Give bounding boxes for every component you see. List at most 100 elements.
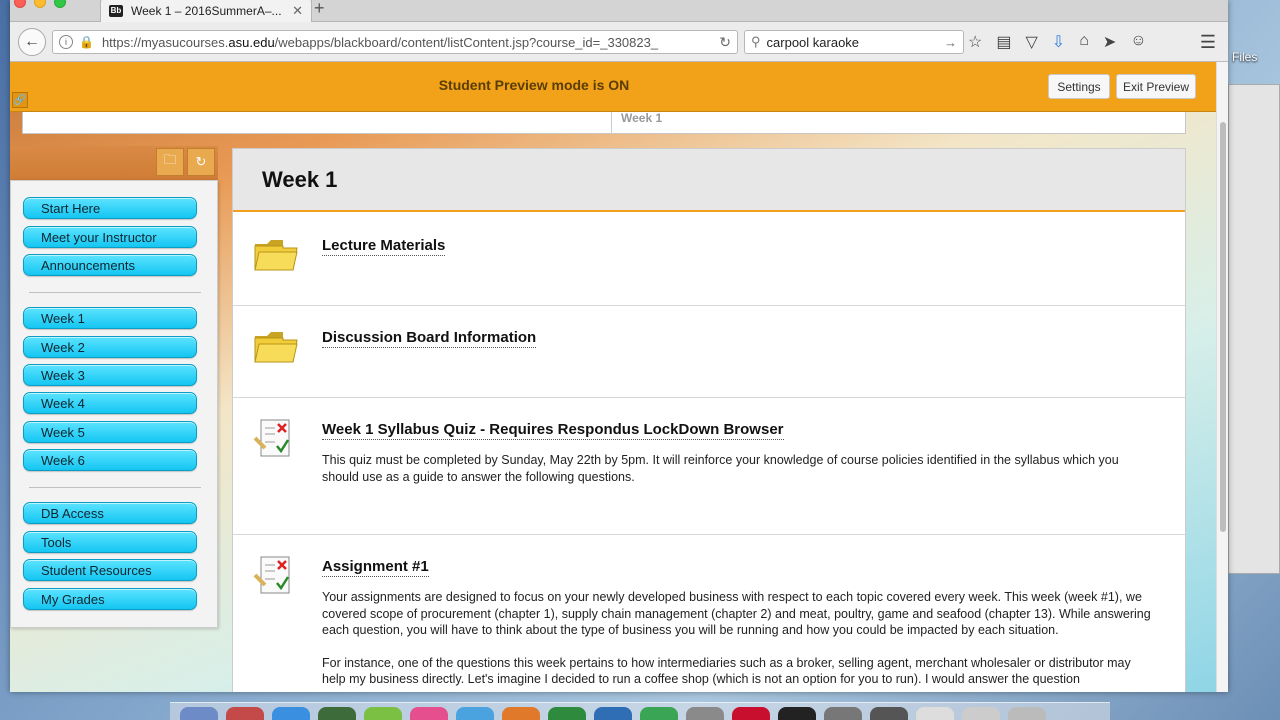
test-icon: [253, 419, 290, 457]
assignment-icon: [253, 556, 290, 594]
scrollbar-thumb[interactable]: [1220, 122, 1226, 532]
browser-window: Bb Week 1 – 2016SummerA–... ✕ + ← i 🔒 ht…: [10, 0, 1228, 692]
course-menu-week-1[interactable]: Week 1: [23, 307, 197, 329]
pocket-icon[interactable]: ▽: [1025, 32, 1037, 52]
bookmark-star-icon[interactable]: ☆: [968, 32, 982, 52]
calendar-dock-icon[interactable]: [226, 707, 264, 720]
course-menu-db-access[interactable]: DB Access: [23, 502, 197, 524]
preview-settings-button[interactable]: Settings: [1048, 74, 1110, 99]
item-description: This quiz must be completed by Sunday, M…: [322, 453, 1119, 484]
window-controls: [14, 0, 66, 8]
folder-icon: [254, 240, 298, 271]
hamburger-menu-icon[interactable]: ☰: [1200, 32, 1216, 53]
macos-dock: [170, 702, 1110, 720]
course-menu-week-6[interactable]: Week 6: [23, 449, 197, 471]
background-window[interactable]: [1228, 84, 1280, 574]
course-menu-divider: [29, 292, 201, 293]
page-scrollbar[interactable]: [1216, 62, 1228, 692]
back-button[interactable]: ←: [18, 28, 46, 56]
course-menu-announcements[interactable]: Announcements: [23, 254, 197, 276]
word-dock-icon[interactable]: [594, 707, 632, 720]
course-menu: Start Here Meet your Instructor Announce…: [10, 180, 218, 628]
new-tab-button[interactable]: +: [314, 0, 325, 19]
course-menu-my-grades[interactable]: My Grades: [23, 588, 197, 610]
app-dock-icon[interactable]: [364, 707, 402, 720]
acrobat-dock-icon[interactable]: [732, 707, 770, 720]
app-dock-icon[interactable]: [778, 707, 816, 720]
navigation-toolbar: ← i 🔒 https://myasucourses.asu.edu/webap…: [10, 22, 1228, 62]
refresh-icon[interactable]: ↻: [187, 148, 215, 176]
course-menu-start-here[interactable]: Start Here: [23, 197, 197, 219]
tab-title: Week 1 – 2016SummerA–...: [131, 3, 282, 18]
close-window-button[interactable]: [14, 0, 26, 8]
course-menu-student-resources[interactable]: Student Resources: [23, 559, 197, 581]
content-header: Week 1: [233, 149, 1185, 212]
item-title-link[interactable]: Lecture Materials: [322, 237, 446, 256]
content-item: Lecture Materials: [233, 214, 1185, 306]
course-menu-divider: [29, 487, 201, 488]
page-content: Student Preview mode is ON Settings Exit…: [10, 62, 1216, 692]
content-item: Discussion Board Information: [233, 306, 1185, 398]
item-title-link[interactable]: Discussion Board Information: [322, 329, 537, 348]
breadcrumb-current[interactable]: Week 1: [621, 111, 662, 125]
course-menu-header: 🗀 ↻: [10, 146, 218, 180]
content-area: Week 1 Lecture Materials Discussion Boar…: [232, 148, 1186, 692]
send-icon[interactable]: ➤: [1103, 32, 1116, 52]
url-text: https://myasucourses.asu.edu/webapps/bla…: [101, 34, 659, 50]
app-dock-icon[interactable]: [824, 707, 862, 720]
desktop-files-label[interactable]: Files: [1232, 50, 1257, 64]
preview-mode-message: Student Preview mode is ON: [438, 77, 630, 93]
app-store-dock-icon[interactable]: [456, 707, 494, 720]
item-title-link[interactable]: Week 1 Syllabus Quiz - Requires Respondu…: [322, 421, 784, 440]
breadcrumb-divider: [611, 112, 612, 134]
course-menu-tools[interactable]: Tools: [23, 531, 197, 553]
app-dock-icon[interactable]: [640, 707, 678, 720]
tab-active[interactable]: Bb Week 1 – 2016SummerA–... ✕: [100, 0, 312, 22]
student-preview-bar: Student Preview mode is ON Settings Exit…: [10, 62, 1216, 112]
content-item: Assignment #1 Your assignments are desig…: [233, 535, 1185, 692]
back-arrow-icon: ←: [24, 33, 40, 50]
photos-dock-icon[interactable]: [318, 707, 356, 720]
item-description-paragraph: For instance, one of the questions this …: [322, 655, 1131, 687]
finder-dock-icon[interactable]: [180, 707, 218, 720]
folder-view-icon[interactable]: 🗀: [156, 148, 184, 176]
document-dock-icon[interactable]: [916, 707, 954, 720]
site-info-icon[interactable]: i: [59, 35, 73, 49]
home-icon[interactable]: ⌂: [1079, 32, 1089, 52]
tab-bar: Bb Week 1 – 2016SummerA–... ✕ +: [10, 0, 1228, 22]
document-dock-icon[interactable]: [962, 707, 1000, 720]
reload-icon[interactable]: ↻: [719, 34, 731, 51]
download-icon[interactable]: ⇩: [1052, 32, 1065, 52]
item-description: Your assignments are designed to focus o…: [322, 589, 1152, 692]
breadcrumb: Week 1: [22, 111, 1186, 134]
zoom-window-button[interactable]: [54, 0, 66, 8]
lock-icon: 🔒: [79, 35, 94, 49]
course-menu-meet-instructor[interactable]: Meet your Instructor: [23, 226, 197, 248]
link-icon[interactable]: 🔗: [12, 92, 28, 108]
itunes-dock-icon[interactable]: [410, 707, 448, 720]
course-menu-week-4[interactable]: Week 4: [23, 392, 197, 414]
folder-icon: [254, 332, 298, 363]
course-menu-week-3[interactable]: Week 3: [23, 364, 197, 386]
app-dock-icon[interactable]: [870, 707, 908, 720]
course-menu-week-5[interactable]: Week 5: [23, 421, 197, 443]
item-title-link[interactable]: Assignment #1: [322, 558, 429, 577]
system-preferences-dock-icon[interactable]: [686, 707, 724, 720]
exit-preview-button[interactable]: Exit Preview: [1116, 74, 1196, 99]
course-menu-week-2[interactable]: Week 2: [23, 336, 197, 358]
reading-list-icon[interactable]: ▤: [996, 32, 1011, 52]
firefox-dock-icon[interactable]: [502, 707, 540, 720]
excel-dock-icon[interactable]: [548, 707, 586, 720]
search-go-icon[interactable]: →: [944, 35, 957, 50]
search-icon: ⚲: [751, 34, 761, 49]
address-bar[interactable]: i 🔒 https://myasucourses.asu.edu/webapps…: [52, 30, 738, 54]
chat-icon[interactable]: ☺: [1130, 32, 1146, 52]
minimize-window-button[interactable]: [34, 0, 46, 8]
content-item: Week 1 Syllabus Quiz - Requires Respondu…: [233, 398, 1185, 535]
safari-dock-icon[interactable]: [272, 707, 310, 720]
tab-close-icon[interactable]: ✕: [292, 3, 303, 19]
trash-dock-icon[interactable]: [1008, 707, 1046, 720]
page-title: Week 1: [262, 167, 338, 192]
search-query: carpool karaoke: [766, 34, 860, 50]
search-bar[interactable]: ⚲ carpool karaoke →: [744, 30, 964, 54]
